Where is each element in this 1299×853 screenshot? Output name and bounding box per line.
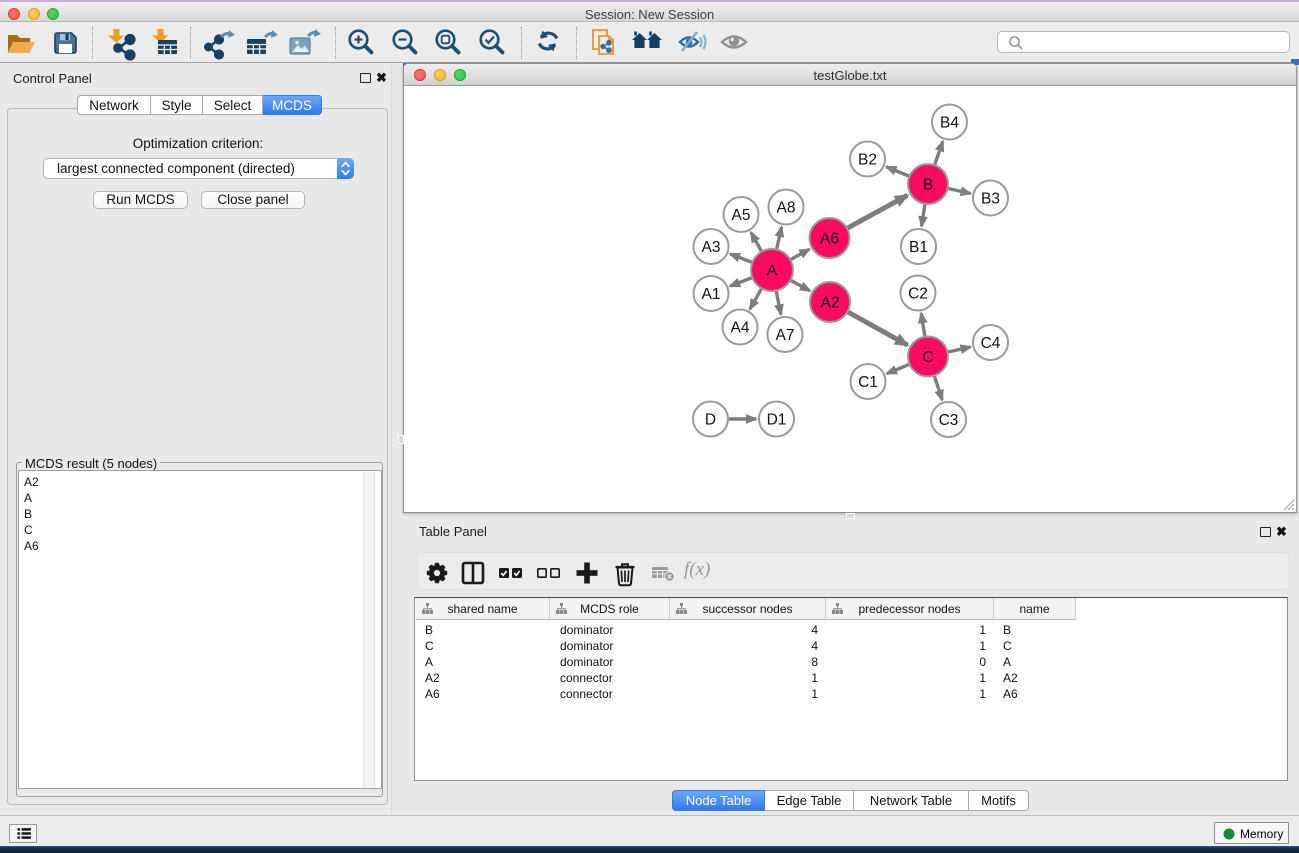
svg-text:A: A	[767, 263, 778, 280]
svg-text:B1: B1	[909, 239, 928, 256]
svg-text:C4: C4	[981, 335, 1001, 352]
svg-text:A6: A6	[820, 231, 839, 248]
svg-text:C2: C2	[908, 286, 928, 303]
svg-text:C1: C1	[858, 374, 878, 391]
svg-text:C3: C3	[939, 412, 959, 429]
svg-text:A4: A4	[731, 320, 750, 337]
svg-text:A3: A3	[702, 239, 721, 256]
svg-text:B4: B4	[940, 115, 959, 132]
svg-text:A5: A5	[732, 207, 751, 224]
svg-text:A7: A7	[776, 327, 795, 344]
svg-text:D: D	[705, 412, 716, 429]
svg-text:A2: A2	[821, 295, 840, 312]
svg-text:B: B	[923, 177, 933, 194]
svg-text:C: C	[922, 349, 933, 366]
svg-text:B2: B2	[858, 152, 877, 169]
svg-text:A1: A1	[702, 286, 721, 303]
svg-text:A8: A8	[777, 200, 796, 217]
svg-text:D1: D1	[767, 412, 787, 429]
svg-text:B3: B3	[981, 191, 1000, 208]
